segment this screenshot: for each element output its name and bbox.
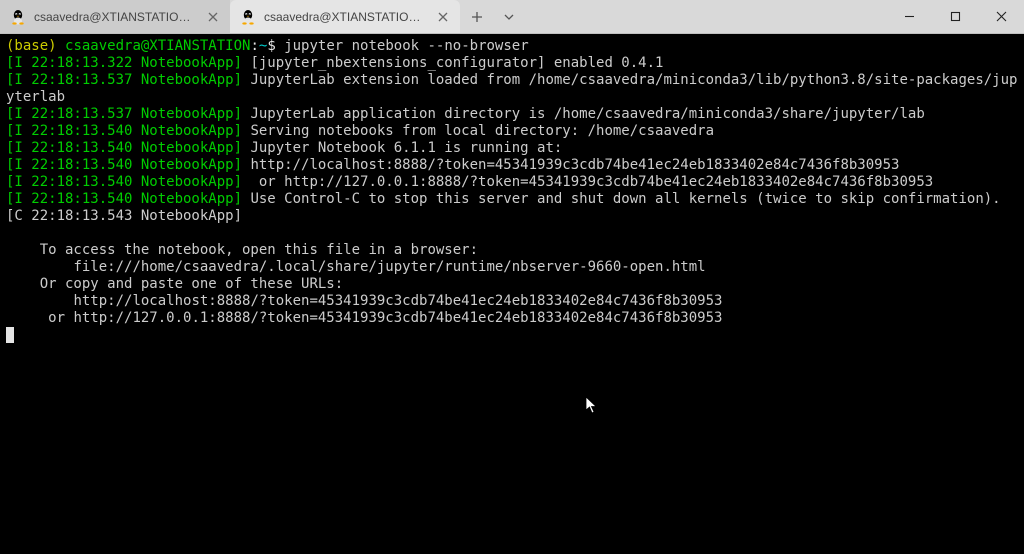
terminal-cursor — [6, 327, 14, 343]
log-body: [jupyter_nbextensions_configurator] enab… — [242, 55, 663, 71]
log-body: Serving notebooks from local directory: … — [242, 123, 714, 139]
log-tag-c: [C 22:18:13.543 NotebookApp] — [6, 208, 242, 224]
maximize-button[interactable] — [932, 0, 978, 33]
log-text: To access the notebook, open this file i… — [6, 242, 478, 258]
log-tag: [I 22:18:13.540 NotebookApp] — [6, 157, 242, 173]
log-body: Use Control-C to stop this server and sh… — [242, 191, 1001, 207]
log-text: http://localhost:8888/?token=45341939c3c… — [6, 293, 722, 309]
log-tag: [I 22:18:13.540 NotebookApp] — [6, 123, 242, 139]
tab-dropdown-button[interactable] — [494, 0, 524, 33]
log-tag: [I 22:18:13.540 NotebookApp] — [6, 191, 242, 207]
prompt-sep: : — [250, 38, 258, 54]
prompt-env: (base) — [6, 38, 57, 54]
log-tag: [I 22:18:13.322 NotebookApp] — [6, 55, 242, 71]
log-tag: [I 22:18:13.537 NotebookApp] — [6, 106, 242, 122]
tab-strip: csaavedra@XTIANSTATION: /mn — [0, 0, 886, 33]
tux-icon — [240, 9, 256, 25]
terminal[interactable]: (base) csaavedra@XTIANSTATION:~$ jupyter… — [0, 34, 1024, 554]
title-bar: csaavedra@XTIANSTATION: /mn — [0, 0, 1024, 34]
close-icon[interactable] — [206, 10, 220, 24]
new-tab-button[interactable] — [460, 0, 494, 33]
log-tag: [I 22:18:13.537 NotebookApp] — [6, 72, 242, 88]
log-text: or http://127.0.0.1:8888/?token=45341939… — [6, 310, 722, 326]
log-body: Jupyter Notebook 6.1.1 is running at: — [242, 140, 562, 156]
log-tag: [I 22:18:13.540 NotebookApp] — [6, 174, 242, 190]
log-tag: [I 22:18:13.540 NotebookApp] — [6, 140, 242, 156]
prompt-userhost: csaavedra@XTIANSTATION — [65, 38, 250, 54]
close-icon[interactable] — [436, 10, 450, 24]
log-text: file:///home/csaavedra/.local/share/jupy… — [6, 259, 706, 275]
log-text: Or copy and paste one of these URLs: — [6, 276, 343, 292]
window-controls — [886, 0, 1024, 33]
tab-inactive[interactable]: csaavedra@XTIANSTATION: /mn — [0, 0, 230, 33]
tux-icon — [10, 9, 26, 25]
log-body: http://localhost:8888/?token=45341939c3c… — [242, 157, 899, 173]
mouse-pointer-icon — [585, 362, 602, 431]
tab-active[interactable]: csaavedra@XTIANSTATION: ~ — [230, 0, 460, 33]
prompt-dollar: $ — [267, 38, 275, 54]
close-window-button[interactable] — [978, 0, 1024, 33]
minimize-button[interactable] — [886, 0, 932, 33]
tab-title: csaavedra@XTIANSTATION: ~ — [264, 10, 428, 24]
log-body: JupyterLab application directory is /hom… — [242, 106, 925, 122]
tab-title: csaavedra@XTIANSTATION: /mn — [34, 10, 198, 24]
log-body: or http://127.0.0.1:8888/?token=45341939… — [242, 174, 933, 190]
prompt-command: jupyter notebook --no-browser — [284, 38, 528, 54]
